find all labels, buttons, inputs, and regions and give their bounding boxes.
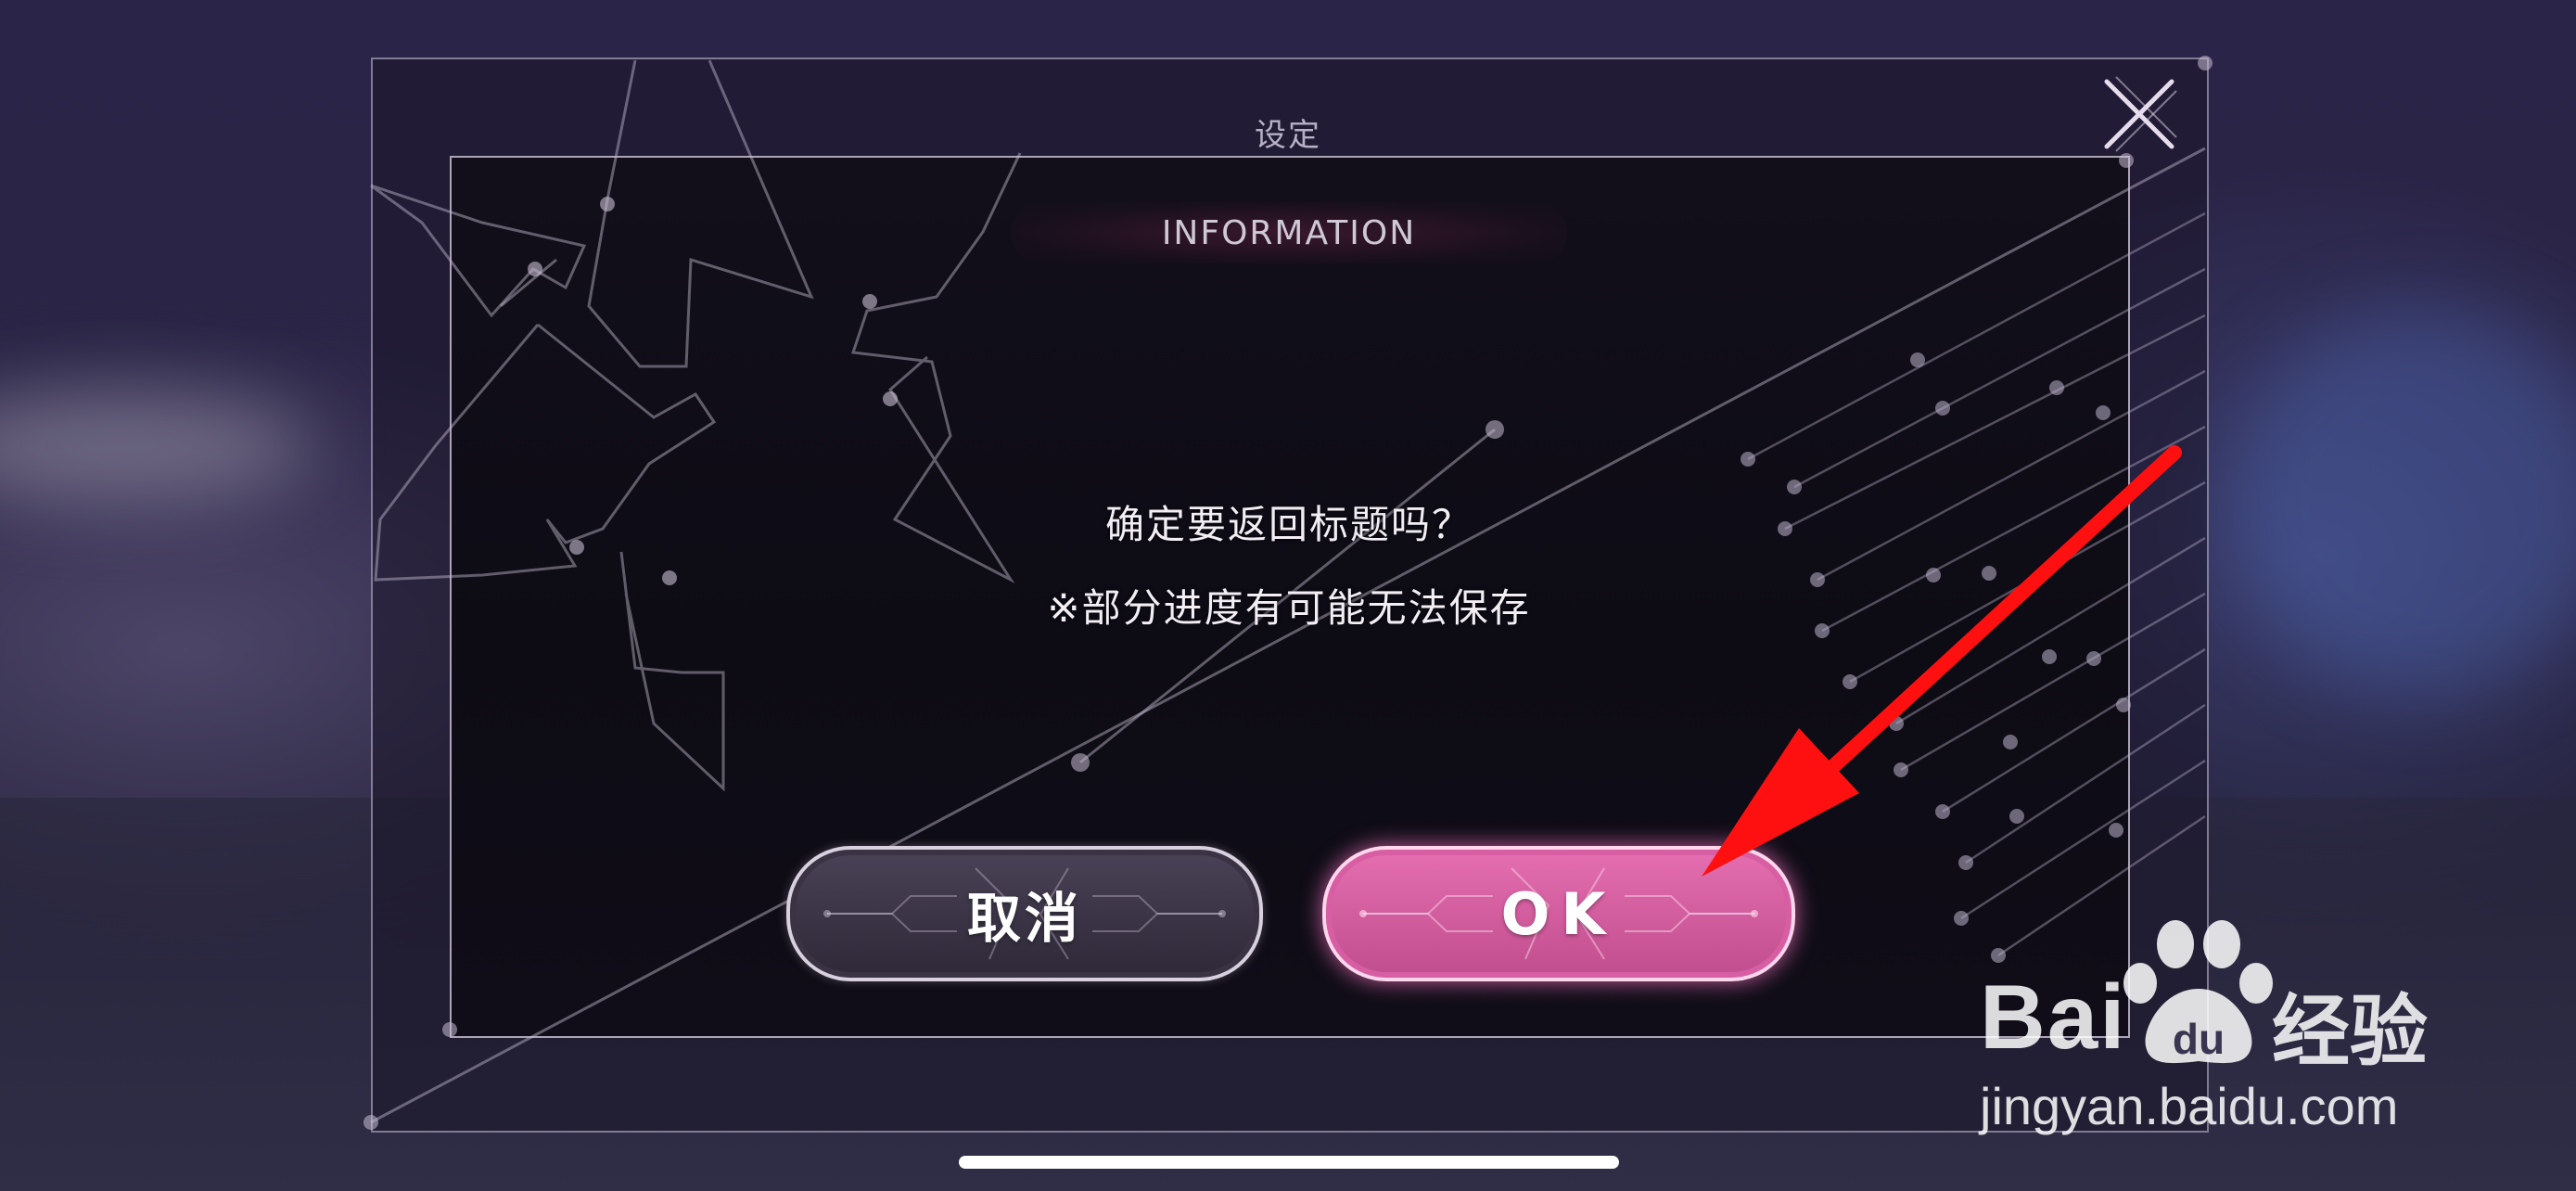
watermark-brand-cn: 经验 — [2272, 986, 2429, 1077]
warning-message: ※部分进度有可能无法保存 — [1047, 585, 1531, 631]
watermark-du-text: du — [2173, 1015, 2225, 1063]
background-glow — [0, 390, 315, 501]
watermark-url: jingyan.baidu.com — [1980, 1077, 2399, 1135]
confirm-message: 确定要返回标题吗？ — [1104, 502, 1473, 547]
watermark-brand-text: Bai — [1980, 966, 2127, 1068]
settings-title: 设定 — [1255, 117, 1321, 154]
ok-label: OK — [1500, 879, 1617, 948]
ok-button[interactable]: OK — [1322, 846, 1795, 981]
close-x-icon[interactable] — [2098, 72, 2181, 156]
cancel-label: 取消 — [966, 887, 1082, 950]
information-tab: INFORMATION — [1011, 202, 1567, 263]
home-indicator[interactable] — [959, 1156, 1619, 1169]
cancel-button[interactable]: 取消 — [786, 846, 1263, 981]
background-glow — [2225, 306, 2576, 696]
